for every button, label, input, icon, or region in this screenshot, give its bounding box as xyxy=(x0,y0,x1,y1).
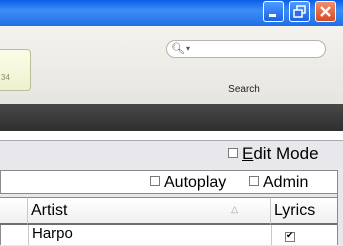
dark-bar xyxy=(0,104,343,131)
edit-mode-toggle[interactable]: Edit Mode xyxy=(228,144,319,164)
close-icon xyxy=(320,6,331,17)
lyrics-checkbox[interactable] xyxy=(285,230,295,242)
minimize-icon xyxy=(269,14,276,17)
close-button[interactable] xyxy=(315,1,336,22)
lcd-display: 34 xyxy=(0,49,31,91)
admin-toggle[interactable]: Admin xyxy=(249,174,308,192)
scrollbar[interactable] xyxy=(337,170,343,245)
restore-icon xyxy=(293,5,306,18)
lyrics-header-label: Lyrics xyxy=(274,202,316,219)
search-icon[interactable]: 🔍︎ xyxy=(171,42,190,55)
column-header-blank[interactable] xyxy=(0,197,28,225)
column-header-lyrics[interactable]: Lyrics xyxy=(271,197,337,225)
column-header-artist[interactable]: Artist △ xyxy=(28,197,271,225)
window-titlebar[interactable] xyxy=(0,0,343,26)
restore-button[interactable] xyxy=(289,1,310,22)
autoplay-toggle[interactable]: Autoplay xyxy=(150,174,226,192)
autoplay-checkbox[interactable] xyxy=(150,175,160,186)
lcd-text: 34 xyxy=(1,73,10,82)
table-cell-artist[interactable]: Harpo xyxy=(28,225,271,245)
minimize-button[interactable] xyxy=(263,1,284,22)
search-label: Search xyxy=(228,84,260,95)
admin-checkbox[interactable] xyxy=(249,175,259,186)
sort-ascending-icon: △ xyxy=(231,204,238,214)
artist-header-label: Artist xyxy=(31,202,68,219)
admin-label: Admin xyxy=(263,174,309,191)
table-cell-lyrics[interactable] xyxy=(271,225,337,245)
search-input[interactable]: 🔍︎ xyxy=(166,40,326,58)
edit-mode-checkbox[interactable] xyxy=(228,147,238,158)
edit-mode-label: Edit Mode xyxy=(242,144,319,163)
autoplay-label: Autoplay xyxy=(164,174,227,191)
